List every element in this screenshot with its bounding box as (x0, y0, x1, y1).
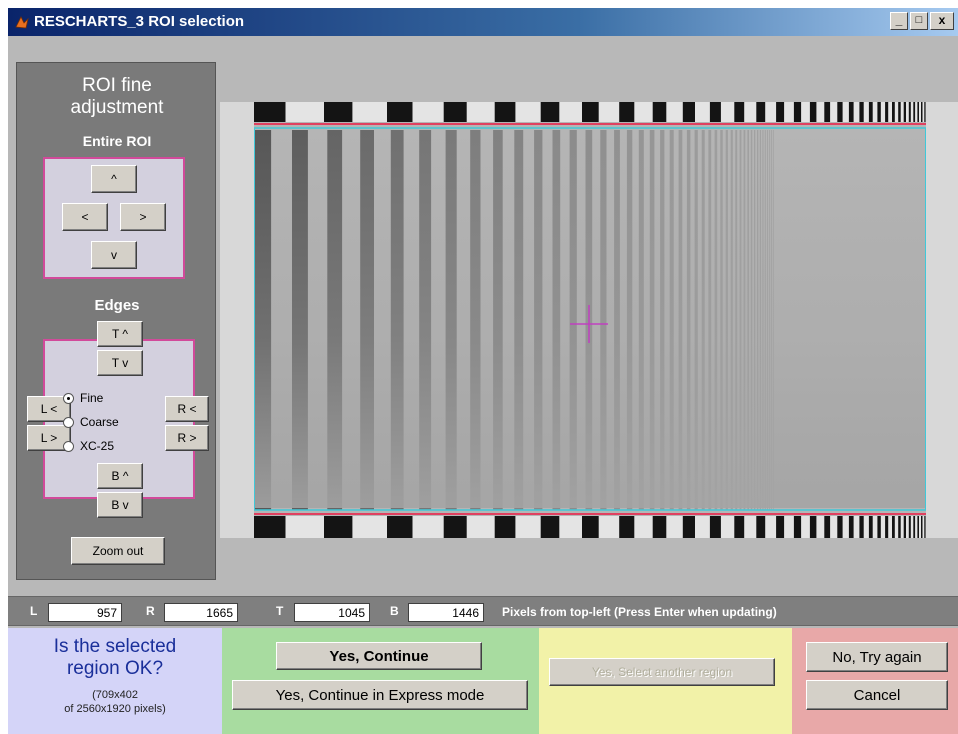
top-coord-label: T (276, 604, 284, 618)
entire-roi-label: Entire ROI (82, 133, 152, 149)
top-edge-up-button[interactable]: T ^ (97, 321, 143, 347)
left-coord-label: L (30, 604, 38, 618)
radio-label-fine: Fine (80, 391, 104, 405)
left-coord-input[interactable] (48, 603, 122, 622)
panel-title-line2: adjustment (70, 97, 164, 118)
roi-selection-window: RESCHARTS_3 ROI selection _ □ x ROI fine… (8, 8, 958, 734)
bottom-edge-down-button[interactable]: B v (97, 492, 143, 518)
roi-size-line1: (709x402 (92, 689, 138, 701)
radio-unselected-icon (63, 440, 74, 452)
coordinate-strip: L R T B Pixels from top-left (Press Ente… (8, 596, 958, 626)
matlab-icon (15, 16, 29, 29)
question-line1: Is the selected (53, 636, 177, 657)
title-bar[interactable]: RESCHARTS_3 ROI selection _ □ x (8, 8, 958, 36)
yes-continue-express-button[interactable]: Yes, Continue in Express mode (232, 680, 528, 710)
edges-label: Edges (94, 297, 140, 314)
close-button[interactable]: x (930, 12, 954, 30)
cancel-button[interactable]: Cancel (806, 680, 948, 710)
move-roi-right-button[interactable]: > (120, 203, 166, 231)
radio-label-xc25: XC-25 (80, 439, 115, 453)
right-edge-right-button[interactable]: R > (165, 425, 209, 451)
radio-selected-icon (63, 392, 74, 404)
bottom-coord-input[interactable] (408, 603, 484, 622)
roi-size-line2: of 2560x1920 pixels) (64, 703, 166, 715)
confirmation-question-panel: Is the selected region OK? (709x402 of 2… (8, 628, 222, 734)
roi-preview-image[interactable] (254, 102, 926, 538)
maximize-button[interactable]: □ (910, 12, 928, 30)
radio-label-coarse: Coarse (80, 415, 119, 429)
right-edge-left-button[interactable]: R < (165, 396, 209, 422)
bottom-coord-label: B (390, 604, 399, 618)
question-line2: region OK? (66, 658, 164, 679)
select-another-panel: Yes, Select another region (539, 628, 792, 734)
right-coord-label: R (146, 604, 155, 618)
move-roi-down-button[interactable]: v (91, 241, 137, 269)
yes-select-another-region-button[interactable]: Yes, Select another region (549, 658, 775, 686)
retry-cancel-panel: No, Try again Cancel (792, 628, 958, 734)
move-roi-up-button[interactable]: ^ (91, 165, 137, 193)
step-fine-radio[interactable]: Fine (63, 391, 103, 405)
top-edge-down-button[interactable]: T v (97, 350, 143, 376)
no-try-again-button[interactable]: No, Try again (806, 642, 948, 672)
roi-fine-adjustment-panel: ROI fine adjustment Entire ROI ^ < > v E… (16, 62, 216, 580)
window-title: RESCHARTS_3 ROI selection (34, 13, 245, 30)
yes-continue-button[interactable]: Yes, Continue (276, 642, 482, 670)
right-coord-input[interactable] (164, 603, 238, 622)
step-xc25-radio[interactable]: XC-25 (63, 439, 114, 453)
step-coarse-radio[interactable]: Coarse (63, 415, 119, 429)
panel-title-line1: ROI fine (82, 75, 152, 96)
move-roi-left-button[interactable]: < (62, 203, 108, 231)
roi-image-frame (220, 102, 958, 538)
minimize-button[interactable]: _ (890, 12, 908, 30)
bottom-edge-up-button[interactable]: B ^ (97, 463, 143, 489)
continue-panel: Yes, Continue Yes, Continue in Express m… (222, 628, 539, 734)
zoom-out-button[interactable]: Zoom out (71, 537, 165, 565)
dialog-content: ROI fine adjustment Entire ROI ^ < > v E… (8, 36, 958, 734)
top-coord-input[interactable] (294, 603, 370, 622)
coordinate-hint: Pixels from top-left (Press Enter when u… (502, 605, 777, 619)
radio-unselected-icon (63, 416, 74, 428)
